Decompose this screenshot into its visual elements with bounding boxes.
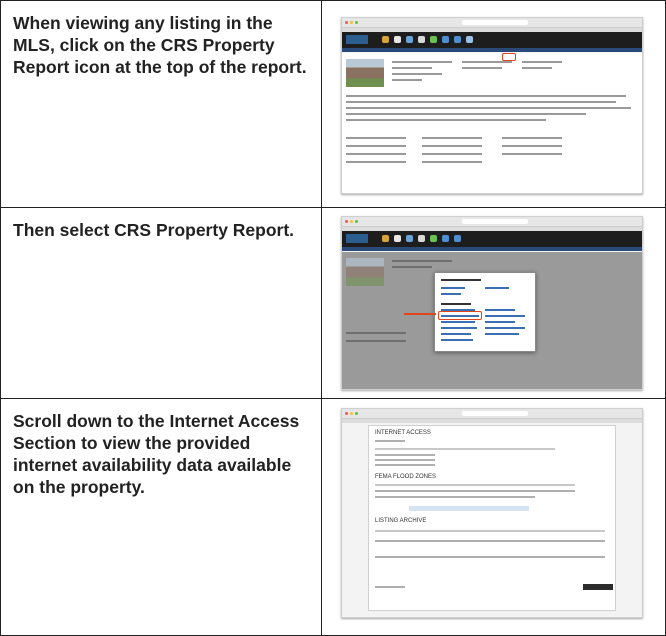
browser-chrome — [342, 18, 642, 28]
house-photo — [346, 59, 384, 87]
listing-archive-title: LISTING ARCHIVE — [375, 518, 427, 524]
internet-access-screenshot: INTERNET ACCESS FEMA FLOOD ZONES LISTING… — [341, 408, 643, 618]
listing-report — [342, 53, 642, 193]
browser-chrome — [342, 217, 642, 227]
mls-navbar — [342, 231, 642, 247]
internet-access-title: INTERNET ACCESS — [375, 430, 431, 436]
step-row-1: When viewing any listing in the MLS, cli… — [0, 0, 666, 208]
mls-listing-screenshot — [341, 17, 643, 194]
crs-property-report-highlight — [438, 311, 482, 320]
instruction-table: When viewing any listing in the MLS, cli… — [0, 0, 666, 636]
step-2-image-cell — [321, 207, 666, 399]
fema-flood-title: FEMA FLOOD ZONES — [375, 474, 437, 480]
step-3-text-cell: Scroll down to the Internet Access Secti… — [0, 398, 322, 636]
step-row-2: Then select CRS Property Report. — [0, 207, 666, 399]
step-3-image-cell: INTERNET ACCESS FEMA FLOOD ZONES LISTING… — [321, 398, 666, 636]
step-2-text-cell: Then select CRS Property Report. — [0, 207, 322, 399]
mls-navbar — [342, 32, 642, 48]
browser-chrome — [342, 409, 642, 419]
step-3-text: Scroll down to the Internet Access Secti… — [13, 411, 300, 497]
step-1-text: When viewing any listing in the MLS, cli… — [13, 13, 307, 77]
property-report-panel: INTERNET ACCESS FEMA FLOOD ZONES LISTING… — [368, 425, 616, 611]
step-row-3: Scroll down to the Internet Access Secti… — [0, 398, 666, 636]
crs-report-icon-highlight — [502, 53, 516, 61]
crs-menu-popup — [434, 272, 536, 352]
step-1-text-cell: When viewing any listing in the MLS, cli… — [0, 0, 322, 208]
crs-menu-screenshot — [341, 216, 643, 390]
step-1-image-cell — [321, 0, 666, 208]
step-2-text: Then select CRS Property Report. — [13, 220, 295, 240]
pointer-arrow — [404, 313, 436, 315]
